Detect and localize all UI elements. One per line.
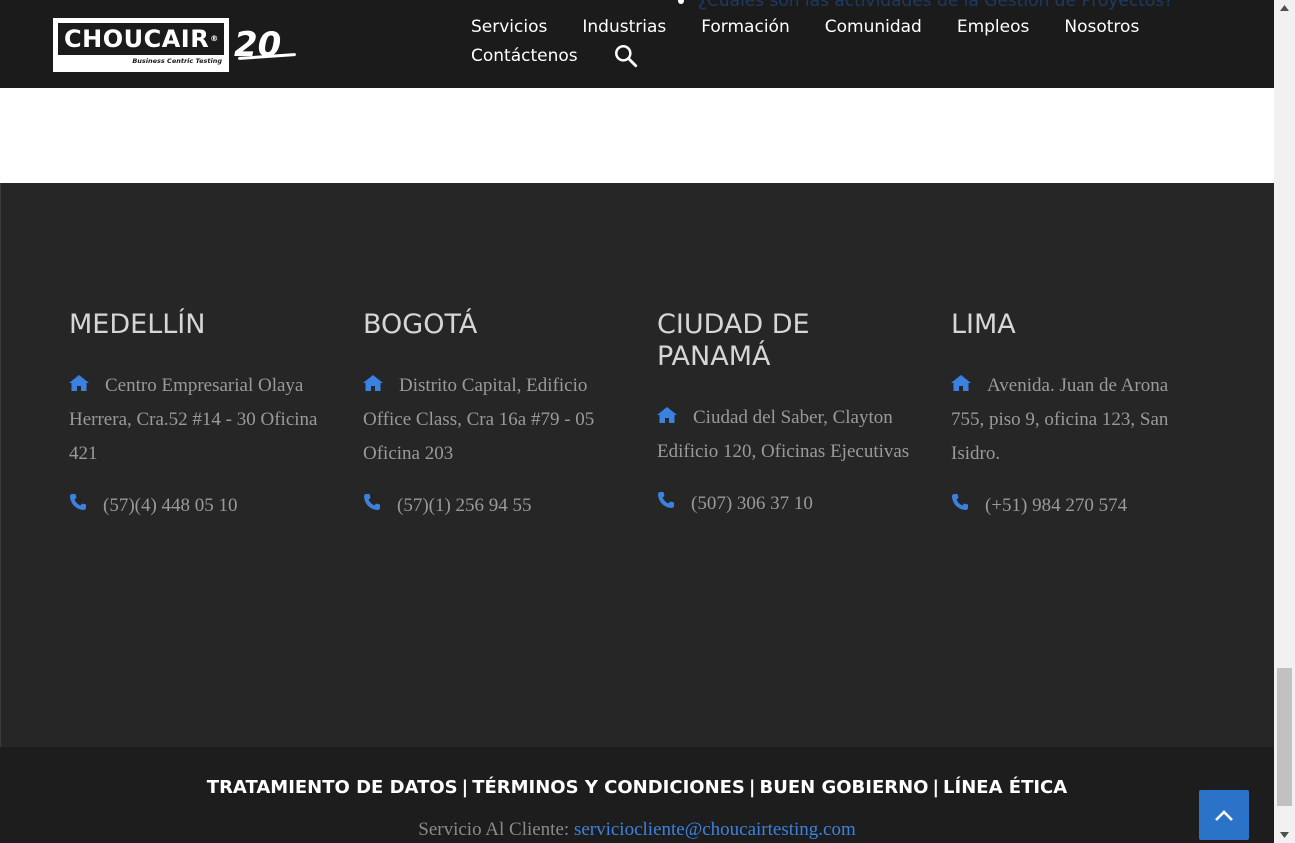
site-logo[interactable]: CHOUCAIR® Business Centric Testing 20 <box>53 18 297 72</box>
office-lima: LIMA Avenida. Juan de Arona 755, piso 9,… <box>951 309 1201 523</box>
logo-brand: CHOUCAIR® <box>58 23 224 55</box>
office-city: LIMA <box>951 309 1016 340</box>
office-address: Centro Empresarial Olaya Herrera, Cra.52… <box>69 375 318 464</box>
scrollbar-thumb[interactable] <box>1277 668 1292 806</box>
back-to-top-button[interactable] <box>1199 790 1249 840</box>
link-separator: | <box>461 777 469 798</box>
bullet <box>678 0 684 4</box>
logo-tagline: Business Centric Testing <box>132 57 222 65</box>
nav-item-formacion[interactable]: Formación <box>701 17 790 37</box>
nav-item-contactenos[interactable]: Contáctenos <box>471 46 578 66</box>
office-phone[interactable]: (57)(1) 256 94 55 <box>363 489 625 523</box>
nav-item-nosotros[interactable]: Nosotros <box>1064 17 1139 37</box>
office-address: Distrito Capital, Edificio Office Class,… <box>363 375 595 464</box>
link-buen-gobierno[interactable]: BUEN GOBIERNO <box>759 777 928 798</box>
service-label: Servicio Al Cliente: <box>418 819 570 840</box>
site-header: ¿Cuáles son las actividades de la Gestió… <box>0 0 1274 88</box>
nav-item-industrias[interactable]: Industrias <box>582 17 666 37</box>
nav-item-servicios[interactable]: Servicios <box>471 17 547 37</box>
phone-icon <box>70 494 86 510</box>
scroll-down-arrow[interactable] <box>1274 826 1295 843</box>
legal-links: TRATAMIENTO DE DATOS | TÉRMINOS Y CONDICIO… <box>0 777 1274 798</box>
office-city: BOGOTÁ <box>363 309 478 340</box>
service-email-link[interactable]: serviciocliente@choucairtesting.com <box>574 819 856 840</box>
partial-list-item[interactable]: ¿Cuáles son las actividades de la Gestió… <box>678 0 1173 11</box>
home-icon <box>363 375 383 391</box>
partial-list-item-text: ¿Cuáles son las actividades de la Gestió… <box>698 0 1174 11</box>
phone-icon <box>658 492 674 508</box>
home-icon <box>657 407 677 423</box>
phone-icon <box>952 494 968 510</box>
nav-row-1: Servicios Industrias Formación Comunidad… <box>471 12 1171 41</box>
office-medellin: MEDELLÍN Centro Empresarial Olaya Herrer… <box>69 309 334 523</box>
scroll-up-arrow[interactable] <box>1274 0 1295 17</box>
link-separator: | <box>748 777 756 798</box>
customer-service: Servicio Al Cliente: serviciocliente@cho… <box>0 819 1274 841</box>
content-area-end <box>0 88 1274 183</box>
office-city: CIUDAD DE PANAMÁ <box>657 309 810 372</box>
office-address: Avenida. Juan de Arona 755, piso 9, ofic… <box>951 375 1169 464</box>
search-icon[interactable] <box>613 43 639 69</box>
link-tratamiento-datos[interactable]: TRATAMIENTO DE DATOS <box>207 777 458 798</box>
office-phone[interactable]: (+51) 984 270 574 <box>951 489 1201 523</box>
office-address: Ciudad del Saber, Clayton Edificio 120, … <box>657 407 910 462</box>
link-separator: | <box>932 777 940 798</box>
office-city: MEDELLÍN <box>69 309 206 340</box>
home-icon <box>69 375 89 391</box>
footer-bottom-bar: TRATAMIENTO DE DATOS | TÉRMINOS Y CONDICIO… <box>0 747 1274 843</box>
office-phone[interactable]: (57)(4) 448 05 10 <box>69 489 334 523</box>
logo-anniversary: 20 <box>234 25 297 65</box>
main-nav: Servicios Industrias Formación Comunidad… <box>471 12 1171 70</box>
nav-item-empleos[interactable]: Empleos <box>957 17 1030 37</box>
phone-icon <box>364 494 380 510</box>
office-panama: CIUDAD DE PANAMÁ Ciudad del Saber, Clayt… <box>657 309 919 521</box>
link-terminos-condiciones[interactable]: TÉRMINOS Y CONDICIONES <box>472 777 745 798</box>
page-scrollbar[interactable] <box>1274 0 1295 843</box>
home-icon <box>951 375 971 391</box>
office-bogota: BOGOTÁ Distrito Capital, Edificio Office… <box>363 309 625 523</box>
office-phone[interactable]: (507) 306 37 10 <box>657 487 919 521</box>
logo-box: CHOUCAIR® Business Centric Testing <box>53 18 229 72</box>
chevron-up-icon <box>1215 810 1233 821</box>
link-linea-etica[interactable]: LÍNEA ÉTICA <box>943 777 1067 798</box>
nav-item-comunidad[interactable]: Comunidad <box>825 17 922 37</box>
footer-offices: MEDELLÍN Centro Empresarial Olaya Herrer… <box>0 183 1274 747</box>
nav-row-2: Contáctenos <box>471 41 1171 70</box>
